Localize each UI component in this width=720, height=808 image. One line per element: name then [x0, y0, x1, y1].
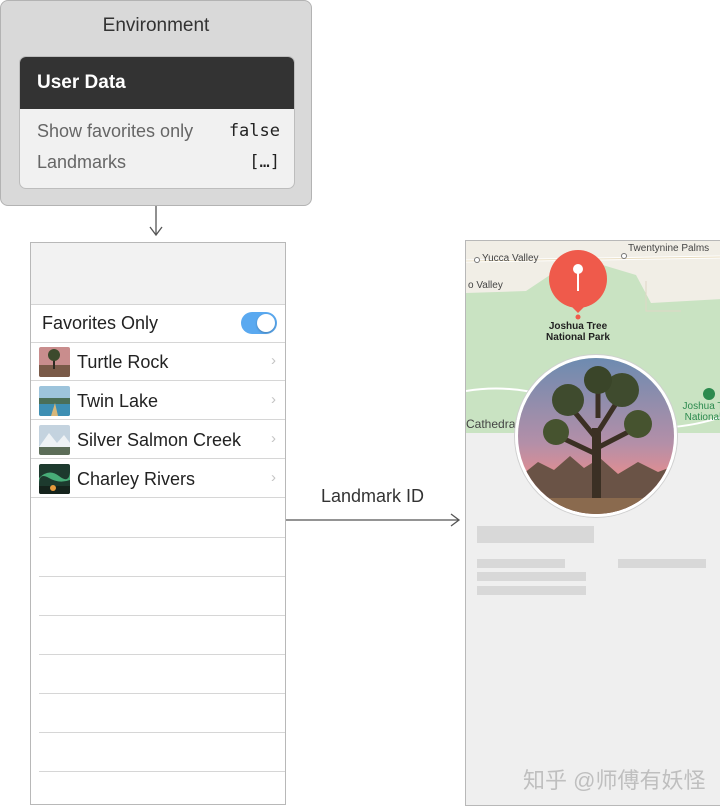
empty-row-divider: [39, 693, 285, 694]
landmark-detail-screen: Yucca Valley Twentynine Palms o Valley C…: [465, 240, 720, 806]
list-item[interactable]: Turtle Rock ›: [31, 343, 285, 381]
empty-row-divider: [39, 537, 285, 538]
twin-lake-thumbnail: [39, 386, 70, 416]
show-favorites-label: Show favorites only: [37, 121, 194, 141]
text-placeholder: [477, 586, 586, 595]
landmark-photo: [515, 355, 677, 517]
user-data-header: User Data: [20, 57, 294, 109]
map-pin-label: Joshua Tree National Park: [546, 321, 610, 343]
map-label-cathedral: Cathedral: [466, 417, 519, 431]
user-data-card: User Data Show favorites only false Land…: [19, 56, 295, 189]
list-item[interactable]: Charley Rivers ›: [31, 460, 285, 498]
landmarks-label: Landmarks: [37, 152, 127, 172]
text-placeholder: [477, 572, 586, 581]
charley-rivers-thumbnail: [39, 464, 70, 494]
landmark-list-screen: Favorites Only Turtle Rock › Twin Lake ›: [30, 242, 286, 805]
silver-salmon-creek-thumbnail: [39, 425, 70, 455]
empty-row-divider: [39, 654, 285, 655]
favorites-only-label: Favorites Only: [42, 313, 159, 333]
favorites-toggle[interactable]: [241, 312, 277, 334]
turtle-rock-thumbnail: [39, 347, 70, 377]
subtitle-placeholder: [477, 559, 565, 568]
environment-panel: Environment User Data Show favorites onl…: [0, 0, 312, 206]
toggle-knob: [257, 314, 275, 332]
show-favorites-value: false: [228, 121, 280, 141]
landmark-id-label: Landmark ID: [321, 486, 425, 506]
list-item[interactable]: Twin Lake ›: [31, 382, 285, 420]
navigation-bar: [31, 243, 285, 305]
park-poi-label: Joshua T National: [682, 401, 720, 423]
environment-title: Environment: [102, 15, 210, 36]
chevron-right-icon: ›: [271, 469, 276, 486]
show-favorites-row: Show favorites only false: [37, 121, 280, 142]
list-item-label: Twin Lake: [77, 391, 159, 411]
list-item[interactable]: Silver Salmon Creek ›: [31, 421, 285, 459]
title-placeholder: [477, 526, 594, 543]
empty-row-divider: [39, 576, 285, 577]
landmarks-value: […]: [249, 152, 280, 172]
list-item-label: Silver Salmon Creek: [77, 430, 242, 450]
chevron-right-icon: ›: [271, 430, 276, 447]
empty-row-divider: [39, 615, 285, 616]
landmarks-row: Landmarks […]: [37, 152, 280, 173]
favorites-only-row[interactable]: Favorites Only: [31, 304, 285, 343]
empty-row-divider: [39, 732, 285, 733]
list-item-label: Turtle Rock: [77, 352, 169, 372]
map-label-yucca-valley: Yucca Valley: [482, 253, 539, 264]
state-placeholder: [618, 559, 706, 568]
watermark: 知乎 @师傅有妖怪: [523, 768, 706, 793]
map-label-valley: o Valley: [468, 280, 503, 291]
chevron-right-icon: ›: [271, 352, 276, 369]
list-item-label: Charley Rivers: [77, 469, 196, 489]
chevron-right-icon: ›: [271, 391, 276, 408]
empty-row-divider: [39, 771, 285, 772]
map-label-twentynine-palms: Twentynine Palms: [628, 243, 710, 254]
